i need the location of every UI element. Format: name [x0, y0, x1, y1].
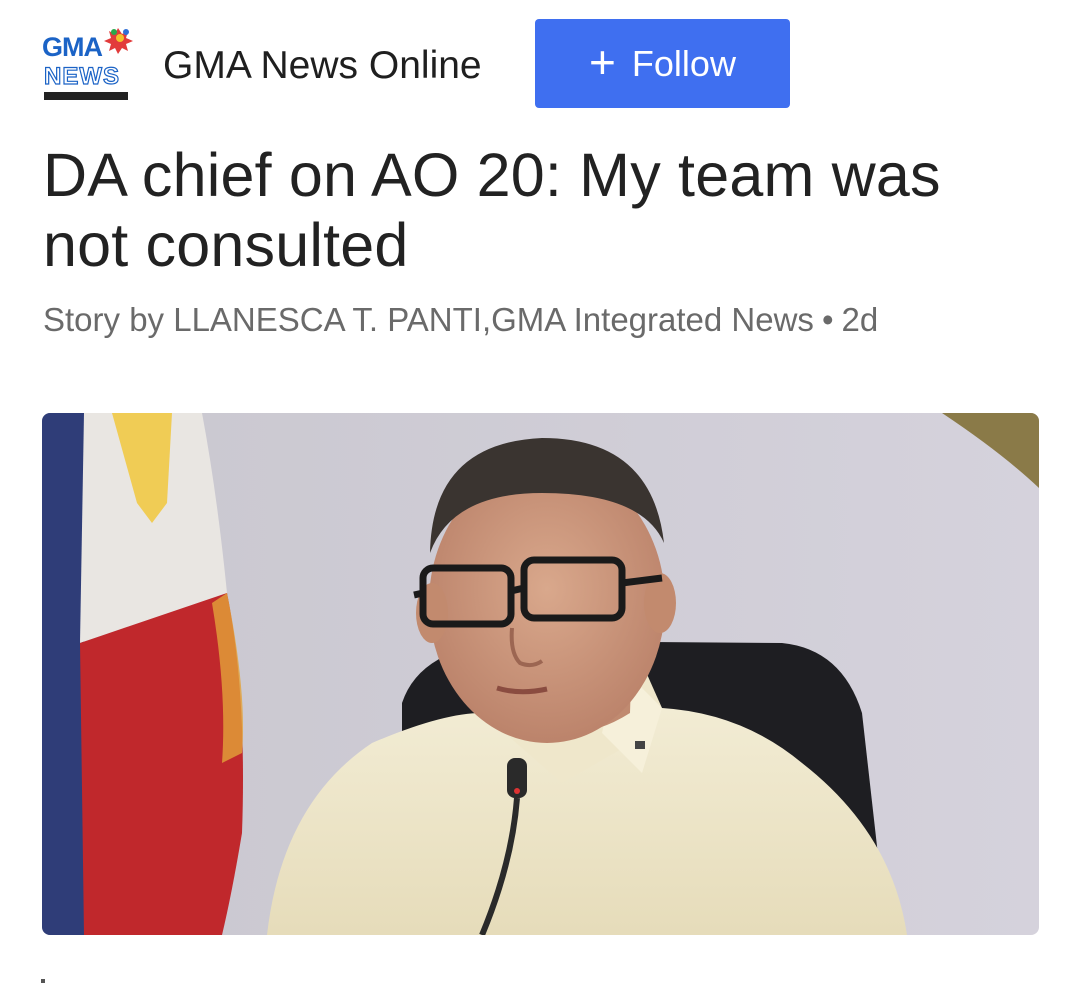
article-header: GMA NEWS GMA News Online + Follow: [0, 0, 1080, 130]
follow-label: Follow: [631, 42, 736, 84]
flag-image: [42, 413, 243, 935]
article-photo[interactable]: [42, 413, 1039, 935]
plus-icon: +: [589, 35, 616, 88]
follow-button[interactable]: + Follow: [535, 19, 790, 108]
byline-author: Story by LLANESCA T. PANTI,GMA Integrate…: [43, 301, 814, 338]
scroll-mark: [41, 979, 45, 983]
article-byline: Story by LLANESCA T. PANTI,GMA Integrate…: [43, 298, 878, 342]
article-headline[interactable]: DA chief on AO 20: My team was not consu…: [43, 140, 1043, 280]
logo-burst-icon: [104, 28, 133, 54]
svg-text:GMA: GMA: [42, 32, 102, 62]
gma-news-logo[interactable]: GMA NEWS: [40, 22, 136, 106]
separator-dot: •: [821, 301, 834, 338]
svg-text:NEWS: NEWS: [44, 63, 120, 90]
source-name[interactable]: GMA News Online: [163, 42, 482, 90]
article-age: 2d: [841, 301, 879, 338]
